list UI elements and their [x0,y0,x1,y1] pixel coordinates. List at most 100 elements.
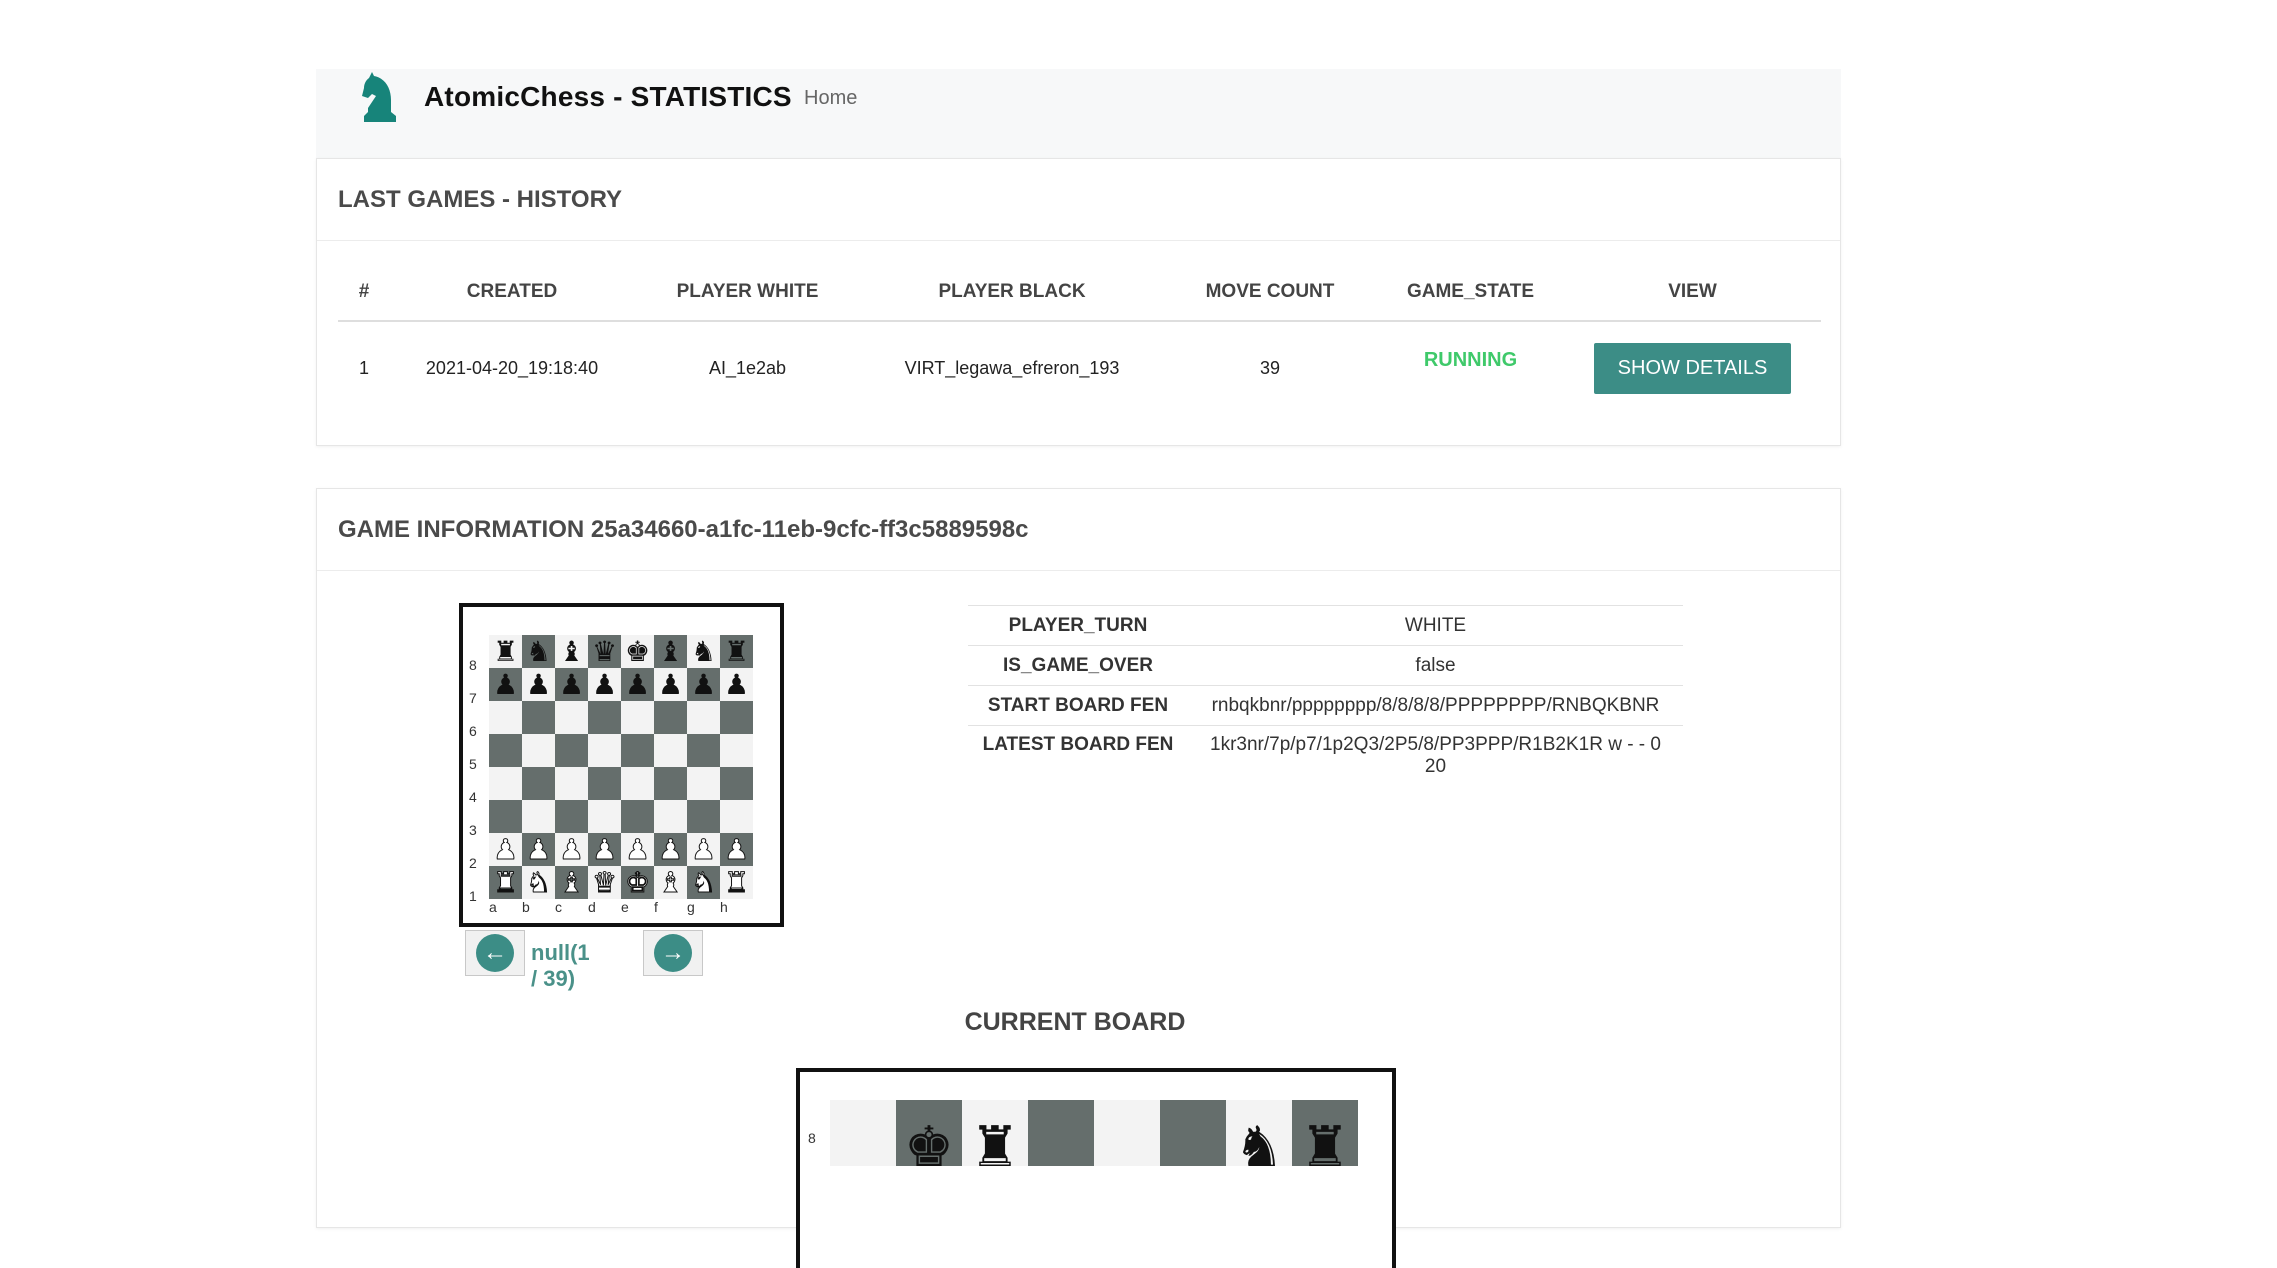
black-knight-icon: ♞ [690,635,717,667]
board-square-b6[interactable] [522,701,555,734]
white-bishop-icon: ♝ [657,866,684,898]
next-move-button[interactable]: → [643,930,703,976]
board-square-a1[interactable]: ♜ [489,866,522,899]
board-square-d5[interactable] [588,734,621,767]
board-square-a3[interactable] [489,800,522,833]
board-square-d4[interactable] [588,767,621,800]
replay-board[interactable]: ♜ ♞ ♝ ♛ ♚ ♝ ♞ ♜ ♟ ♟ ♟ ♟ ♟ ♟ ♟ ♟ ♟ ♟ ♟ ♟ ♟ ♟ ♟ ♟ ♜ ♞ ♝ ♛ ♚ ♝ ♞ ♜ 8 7 6 5 4 3 2 1… [459,603,784,927]
board-square-g8[interactable]: ♞ [687,635,720,668]
current-board[interactable]: ♚ ♜ ♞ ♜ 8 [796,1068,1396,1268]
board-square-e2[interactable]: ♟ [621,833,654,866]
board-square-e7[interactable]: ♟ [621,668,654,701]
board-square-h3[interactable] [720,800,753,833]
board-square-f2[interactable]: ♟ [654,833,687,866]
board-square-c6[interactable] [555,701,588,734]
board-square-b5[interactable] [522,734,555,767]
board-square-e1[interactable]: ♚ [621,866,654,899]
board-square-f8[interactable]: ♝ [654,635,687,668]
board-square-f4[interactable] [654,767,687,800]
board-square-g1[interactable]: ♞ [687,866,720,899]
board-square-d6[interactable] [588,701,621,734]
board-square-a4[interactable] [489,767,522,800]
current-square-b8[interactable]: ♚ [896,1100,962,1175]
app-title[interactable]: AtomicChess - STATISTICS [424,81,792,113]
board-square-h2[interactable]: ♟ [720,833,753,866]
board-square-f3[interactable] [654,800,687,833]
current-square-g8[interactable]: ♞ [1226,1100,1292,1175]
current-square-c8[interactable]: ♜ [962,1100,1028,1175]
file-label: b [522,899,530,915]
board-square-d2[interactable]: ♟ [588,833,621,866]
board-square-d8[interactable]: ♛ [588,635,621,668]
rank-label: 5 [469,756,477,772]
board-square-c1[interactable]: ♝ [555,866,588,899]
white-rook-icon: ♜ [492,866,519,898]
board-square-a5[interactable] [489,734,522,767]
board-square-f5[interactable] [654,734,687,767]
board-square-b7[interactable]: ♟ [522,668,555,701]
board-square-h6[interactable] [720,701,753,734]
board-square-a2[interactable]: ♟ [489,833,522,866]
board-square-c2[interactable]: ♟ [555,833,588,866]
board-square-e3[interactable] [621,800,654,833]
board-square-a8[interactable]: ♜ [489,635,522,668]
info-value: WHITE [1188,605,1683,646]
board-square-f6[interactable] [654,701,687,734]
board-square-h7[interactable]: ♟ [720,668,753,701]
board-square-b8[interactable]: ♞ [522,635,555,668]
cell-player-black[interactable]: VIRT_legawa_efreron_193 [861,321,1163,414]
board-square-b1[interactable]: ♞ [522,866,555,899]
game-info-title: GAME INFORMATION 25a34660-a1fc-11eb-9cfc… [317,489,1840,571]
board-square-d7[interactable]: ♟ [588,668,621,701]
board-square-c8[interactable]: ♝ [555,635,588,668]
prev-move-button[interactable]: ← [465,930,525,976]
board-square-c7[interactable]: ♟ [555,668,588,701]
board-square-c4[interactable] [555,767,588,800]
black-rook-icon: ♜ [969,1115,1021,1178]
board-square-a6[interactable] [489,701,522,734]
board-square-g6[interactable] [687,701,720,734]
board-square-d1[interactable]: ♛ [588,866,621,899]
info-row: IS_GAME_OVER false [968,645,1683,686]
board-square-g3[interactable] [687,800,720,833]
board-square-h1[interactable]: ♜ [720,866,753,899]
board-square-e8[interactable]: ♚ [621,635,654,668]
board-square-d3[interactable] [588,800,621,833]
white-pawn-icon: ♟ [591,833,618,865]
black-rook-icon: ♜ [1299,1115,1351,1178]
current-square-f8[interactable] [1160,1100,1226,1166]
history-title: LAST GAMES - HISTORY [317,159,1840,241]
board-square-e5[interactable] [621,734,654,767]
col-header-move-count: MOVE COUNT [1163,263,1377,322]
current-square-h8[interactable]: ♜ [1292,1100,1358,1175]
board-square-h5[interactable] [720,734,753,767]
show-details-button[interactable]: SHOW DETAILS [1593,342,1792,394]
col-header-view: VIEW [1564,263,1821,322]
board-square-b4[interactable] [522,767,555,800]
current-square-d8[interactable] [1028,1100,1094,1166]
board-square-e4[interactable] [621,767,654,800]
board-square-h4[interactable] [720,767,753,800]
board-square-b3[interactable] [522,800,555,833]
current-square-a8[interactable] [830,1100,896,1166]
black-pawn-icon: ♟ [690,668,717,700]
board-square-b2[interactable]: ♟ [522,833,555,866]
board-square-a7[interactable]: ♟ [489,668,522,701]
nav-home-link[interactable]: Home [804,87,857,110]
board-square-g5[interactable] [687,734,720,767]
board-square-c3[interactable] [555,800,588,833]
white-pawn-icon: ♟ [624,833,651,865]
file-label: h [720,899,728,915]
board-square-g7[interactable]: ♟ [687,668,720,701]
board-square-c5[interactable] [555,734,588,767]
info-row: LATEST BOARD FEN 1kr3nr/7p/p7/1p2Q3/2P5/8… [968,725,1683,798]
cell-player-white[interactable]: AI_1e2ab [634,321,861,414]
board-square-f1[interactable]: ♝ [654,866,687,899]
board-square-h8[interactable]: ♜ [720,635,753,668]
board-square-g4[interactable] [687,767,720,800]
current-square-e8[interactable] [1094,1100,1160,1166]
board-square-g2[interactable]: ♟ [687,833,720,866]
knight-icon[interactable] [358,72,402,126]
board-square-f7[interactable]: ♟ [654,668,687,701]
board-square-e6[interactable] [621,701,654,734]
